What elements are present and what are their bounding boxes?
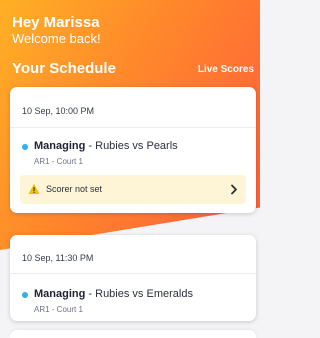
match-venue: AR1 - Court 1 <box>34 157 83 166</box>
chevron-right-icon[interactable] <box>230 184 238 195</box>
warning-triangle-icon <box>28 183 40 194</box>
card-divider <box>10 127 256 128</box>
match-role: Managing <box>34 140 86 152</box>
match-venue: AR1 - Court 1 <box>34 305 83 314</box>
match-card[interactable]: 10 Sep, 11:30 PM Managing - Rubies vs Em… <box>10 235 256 321</box>
match-card[interactable]: 10 Sep, 10:00 PM Managing - Rubies vs Pe… <box>10 87 256 213</box>
schedule-title: Your Schedule <box>12 60 116 77</box>
match-datetime: 10 Sep, 11:30 PM <box>22 253 94 263</box>
match-title: Managing - Rubies vs Pearls <box>34 140 178 152</box>
next-card-edge <box>10 330 256 338</box>
match-teams: Rubies vs Pearls <box>95 140 178 152</box>
greeting-title: Hey Marissa <box>12 14 100 31</box>
status-dot-icon <box>22 292 28 298</box>
warning-text: Scorer not set <box>46 184 103 194</box>
match-teams: Rubies vs Emeralds <box>95 288 193 300</box>
welcome-text: Welcome back! <box>12 31 101 46</box>
scorer-warning-banner[interactable]: Scorer not set <box>20 175 246 204</box>
match-title: Managing - Rubies vs Emeralds <box>34 288 193 300</box>
card-divider <box>10 273 256 274</box>
match-separator: - <box>85 288 96 300</box>
live-scores-link[interactable]: Live Scores <box>198 64 254 75</box>
match-separator: - <box>85 140 96 152</box>
match-role: Managing <box>34 288 86 300</box>
greeting-block: Hey Marissa Welcome back! <box>12 14 101 46</box>
match-datetime: 10 Sep, 10:00 PM <box>22 106 95 116</box>
status-dot-icon <box>22 144 28 150</box>
